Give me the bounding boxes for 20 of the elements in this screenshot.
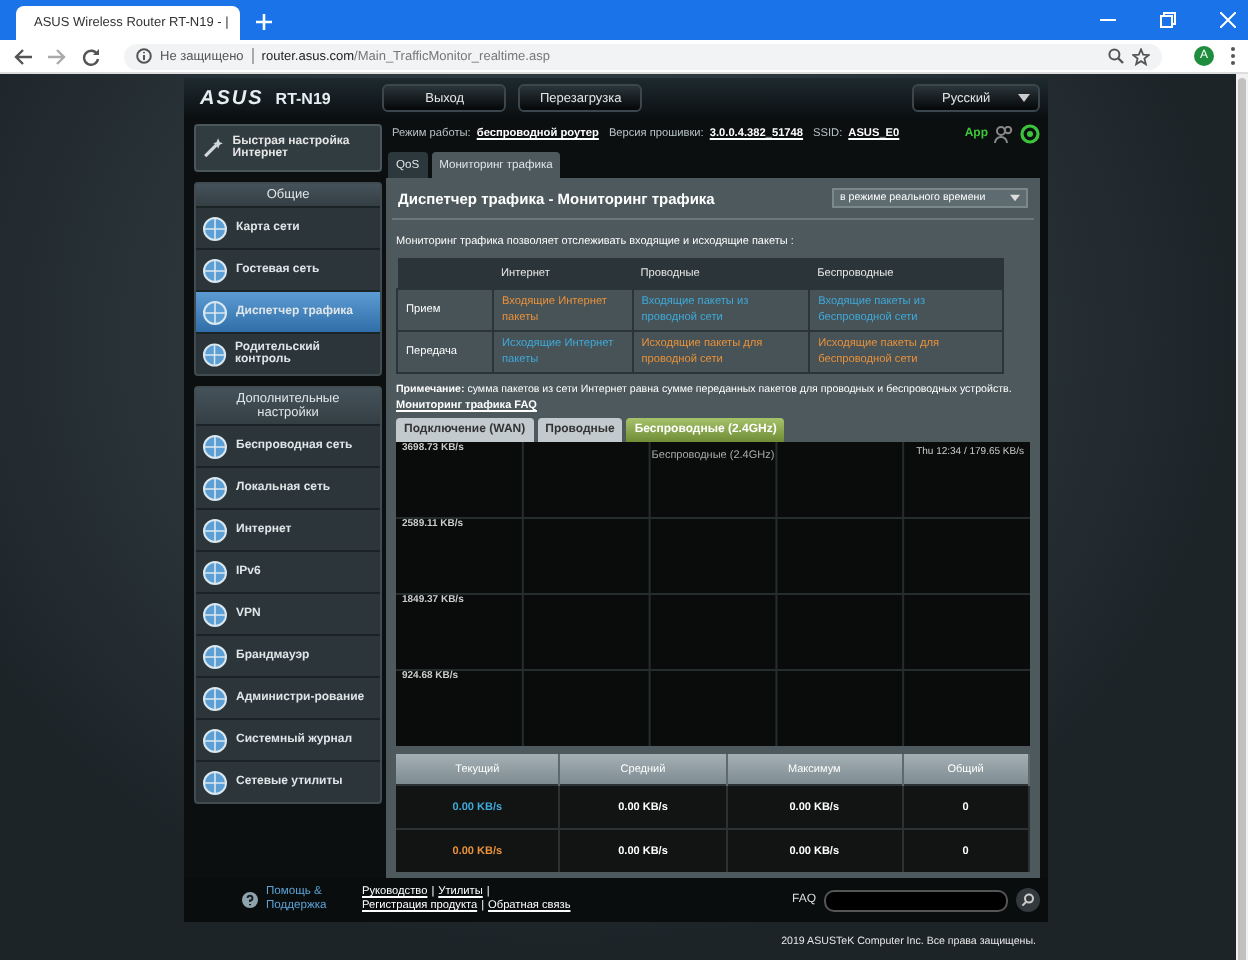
reload-icon[interactable] (82, 47, 100, 65)
faq-search-field[interactable] (824, 889, 1008, 911)
restore-icon[interactable] (1160, 12, 1176, 28)
caret-icon (1018, 94, 1030, 102)
back-icon[interactable] (14, 47, 32, 65)
zoom-icon[interactable] (1108, 48, 1124, 64)
search-icon[interactable] (1016, 888, 1040, 912)
close-icon[interactable] (1220, 12, 1236, 28)
menu-icon[interactable] (1230, 46, 1236, 66)
star-icon[interactable] (1132, 47, 1150, 65)
table-header (397, 258, 493, 289)
help-icon (242, 892, 258, 908)
logo-text: ASUS (200, 87, 264, 109)
info-icon (136, 48, 152, 64)
new-tab-icon[interactable] (256, 14, 272, 30)
model-name: RT-N19 (275, 89, 331, 107)
scrollbar[interactable] (1236, 74, 1248, 960)
caret-icon (1010, 194, 1020, 202)
wand-icon (202, 134, 225, 162)
people-icon[interactable] (994, 125, 1014, 143)
